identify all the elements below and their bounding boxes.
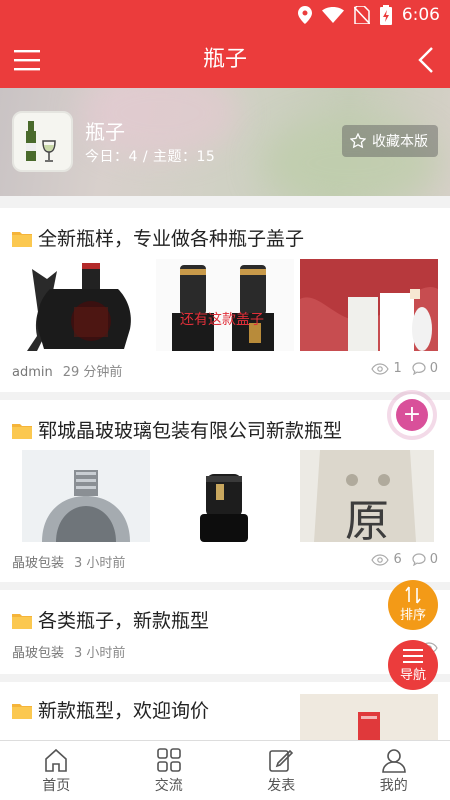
comment-icon bbox=[412, 362, 426, 375]
eye-icon bbox=[371, 553, 390, 566]
eye-icon bbox=[371, 362, 390, 375]
folder-icon bbox=[12, 229, 32, 247]
sort-label: 排序 bbox=[399, 608, 426, 623]
post-thumbnail[interactable]: 原 bbox=[300, 450, 434, 542]
tab-post[interactable]: 发表 bbox=[225, 741, 338, 800]
sort-button[interactable]: 排序 bbox=[388, 580, 438, 630]
back-icon[interactable] bbox=[416, 46, 436, 74]
post-thumbnail[interactable] bbox=[300, 259, 438, 351]
no-sim-icon bbox=[353, 6, 370, 24]
forum-logo bbox=[12, 111, 73, 172]
post-thumbnail[interactable] bbox=[156, 450, 294, 542]
post-author[interactable]: 晶玻包装 bbox=[12, 646, 64, 661]
sort-arrows-icon bbox=[405, 586, 421, 604]
post-thumbnail[interactable]: 还有这款盖子 bbox=[156, 259, 294, 351]
thumbnail-caption: 还有这款盖子 bbox=[180, 312, 264, 328]
post-item[interactable]: 新款瓶型，欢迎询价 bbox=[0, 682, 450, 740]
tab-home[interactable]: 首页 bbox=[0, 741, 113, 800]
view-count: 6 bbox=[393, 552, 402, 567]
comment-icon bbox=[412, 553, 426, 566]
bottom-tab-bar: 首页 交流 发表 我的 bbox=[0, 740, 450, 800]
folder-icon bbox=[12, 421, 32, 439]
edit-icon bbox=[269, 749, 294, 772]
post-title: 全新瓶样，专业做各种瓶子盖子 bbox=[38, 228, 305, 250]
page-title: 瓶子 bbox=[202, 47, 247, 72]
plus-icon: + bbox=[396, 399, 428, 431]
post-thumbnail[interactable] bbox=[22, 450, 150, 542]
post-title: 郓城晶玻玻璃包装有限公司新款瓶型 bbox=[38, 420, 343, 442]
folder-icon bbox=[12, 701, 32, 719]
post-thumbnail[interactable] bbox=[300, 694, 438, 740]
tab-label: 首页 bbox=[42, 778, 71, 794]
home-icon bbox=[45, 748, 68, 772]
wine-bottle-icon bbox=[26, 121, 56, 162]
location-icon bbox=[297, 6, 312, 24]
reply-count: 0 bbox=[429, 552, 438, 567]
status-time: 6:06 bbox=[401, 5, 440, 25]
tab-community[interactable]: 交流 bbox=[113, 741, 226, 800]
folder-icon bbox=[12, 611, 32, 629]
post-item[interactable]: 郓城晶玻玻璃包装有限公司新款瓶型 原 晶玻包装 3 小时前 6 0 bbox=[0, 400, 450, 582]
star-icon bbox=[350, 133, 366, 149]
battery-icon bbox=[379, 5, 392, 25]
view-count: 1 bbox=[393, 361, 402, 376]
post-time: 3 小时前 bbox=[74, 556, 126, 571]
app-bar: 瓶子 bbox=[0, 32, 450, 88]
tab-label: 我的 bbox=[379, 778, 408, 794]
user-icon bbox=[381, 749, 406, 773]
forum-name: 瓶子 bbox=[85, 120, 125, 144]
wifi-icon bbox=[321, 7, 344, 23]
favorite-forum-button[interactable]: 收藏本版 bbox=[342, 125, 438, 157]
navigation-label: 导航 bbox=[399, 668, 426, 683]
forum-stats: 今日：4 / 主题：15 bbox=[85, 149, 216, 165]
tab-profile[interactable]: 我的 bbox=[338, 741, 450, 800]
post-time: 3 小时前 bbox=[74, 646, 126, 661]
post-thumbnail[interactable] bbox=[12, 259, 150, 351]
post-author[interactable]: 晶玻包装 bbox=[12, 556, 64, 571]
tab-label: 发表 bbox=[267, 778, 296, 794]
favorite-forum-label: 收藏本版 bbox=[372, 134, 428, 150]
svg-text:原: 原 bbox=[345, 496, 389, 542]
hamburger-icon bbox=[403, 649, 423, 663]
grid-icon bbox=[156, 748, 181, 772]
navigation-button[interactable]: 导航 bbox=[388, 640, 438, 690]
reply-count: 0 bbox=[429, 361, 438, 376]
post-time: 29 分钟前 bbox=[62, 365, 123, 380]
post-title: 新款瓶型，欢迎询价 bbox=[38, 700, 210, 722]
forum-banner: 瓶子 今日：4 / 主题：15 收藏本版 bbox=[0, 88, 450, 196]
post-title: 各类瓶子，新款瓶型 bbox=[38, 610, 210, 632]
post-author[interactable]: admin bbox=[12, 365, 53, 380]
new-post-fab[interactable]: + bbox=[391, 394, 433, 436]
post-item[interactable]: 各类瓶子，新款瓶型 晶玻包装 3 小时前 bbox=[0, 590, 450, 674]
tab-label: 交流 bbox=[154, 778, 183, 794]
post-item[interactable]: 全新瓶样，专业做各种瓶子盖子 还有这款盖子 admin 29 分钟前 1 0 bbox=[0, 208, 450, 392]
status-bar: 6:06 bbox=[0, 0, 450, 32]
